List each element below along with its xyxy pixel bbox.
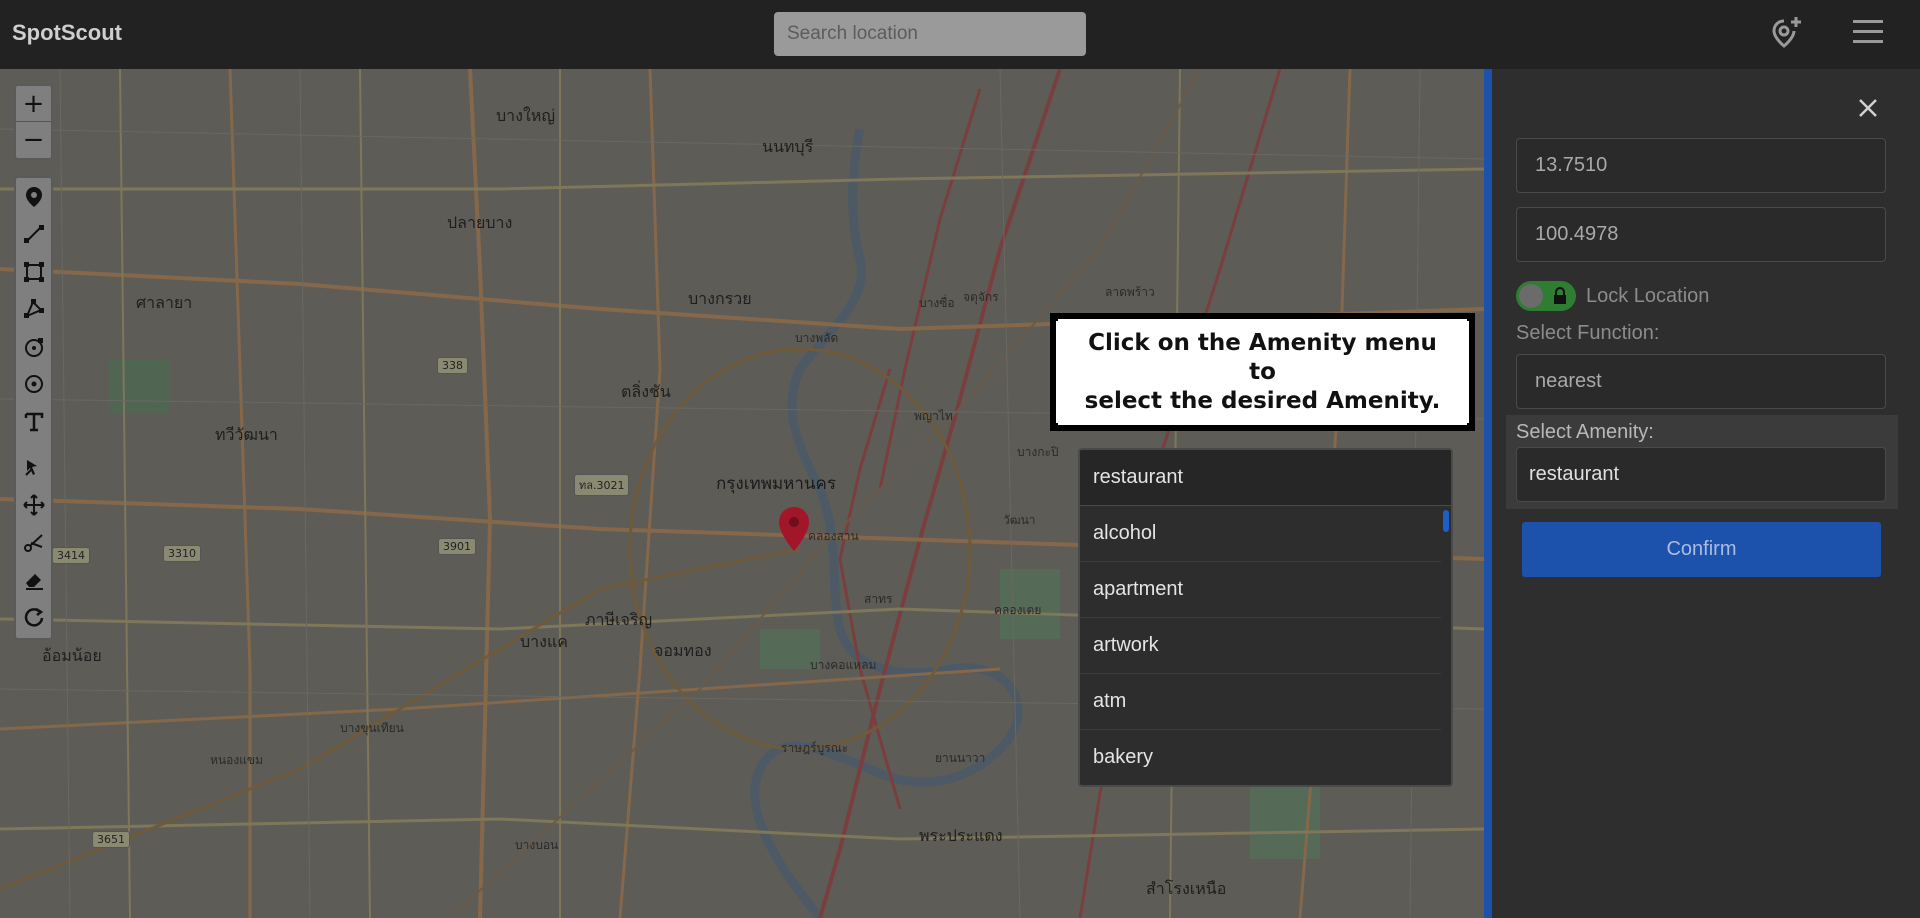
map-label: พญาไท	[914, 409, 953, 423]
map-label: บางกะปิ	[1017, 445, 1059, 459]
draw-circle-icon[interactable]	[16, 328, 51, 366]
map-label: บางซื่อ	[919, 296, 955, 310]
map-label: ปลายบาง	[447, 213, 513, 232]
road-shield: 3414	[52, 547, 90, 564]
map-label: ตลิ่งชัน	[621, 382, 671, 401]
close-icon[interactable]	[1852, 92, 1884, 124]
map-label: คลองสาน	[808, 529, 859, 543]
location-marker-icon[interactable]	[777, 506, 811, 557]
road-shield: ทล.3021	[574, 474, 630, 496]
draw-polygon-icon[interactable]	[16, 291, 51, 329]
confirm-button[interactable]: Confirm	[1522, 522, 1881, 577]
tooltip-text: Click on the Amenity menu to select the …	[1076, 329, 1449, 416]
dropdown-option[interactable]: artwork	[1080, 618, 1441, 674]
tutorial-tooltip: Click on the Amenity menu to select the …	[1050, 313, 1475, 431]
draw-rectangle-icon[interactable]	[16, 253, 51, 291]
zoom-out-button[interactable]: −	[16, 122, 51, 158]
lock-location-toggle[interactable]	[1516, 281, 1576, 311]
map-label: บางพลัด	[795, 331, 839, 345]
zoom-in-button[interactable]: +	[16, 86, 51, 122]
toggle-knob	[1519, 284, 1543, 308]
dropdown-selected-option[interactable]: restaurant	[1080, 450, 1451, 506]
road-shield: 3310	[163, 545, 201, 562]
search-input[interactable]	[774, 12, 1086, 56]
latitude-field[interactable]: 13.7510	[1516, 138, 1886, 193]
draw-polyline-icon[interactable]	[16, 216, 51, 254]
function-label: Select Function:	[1516, 322, 1660, 344]
hamburger-menu-icon[interactable]	[1846, 10, 1890, 54]
eraser-icon[interactable]	[16, 561, 51, 599]
map-label: บางคอแหลม	[810, 658, 877, 672]
map-label: จอมทอง	[654, 641, 712, 660]
road-shield: 338	[437, 357, 468, 374]
map-label: บางกรวย	[688, 289, 752, 308]
dropdown-option[interactable]: alcohol	[1080, 506, 1441, 562]
map-label: บางบอน	[515, 838, 559, 852]
map-label: ลาดพร้าว	[1105, 285, 1155, 299]
dropdown-option[interactable]: apartment	[1080, 562, 1441, 618]
map-label: คลองเตย	[994, 603, 1042, 617]
map-label: สาทร	[864, 592, 893, 606]
tooltip-line-1: Click on the Amenity menu to	[1088, 329, 1437, 385]
draw-circle-marker-icon[interactable]	[16, 366, 51, 404]
dropdown-option[interactable]: bakery	[1080, 730, 1441, 785]
draw-marker-icon[interactable]	[16, 178, 51, 216]
road-shield: 3651	[92, 831, 130, 848]
lock-location-label: Lock Location	[1586, 285, 1710, 307]
dropdown-option[interactable]: atm	[1080, 674, 1441, 730]
top-bar: SpotScout	[0, 0, 1920, 69]
amenity-label: Select Amenity:	[1516, 421, 1654, 443]
road-shield: 3901	[438, 538, 476, 555]
map-label: อ้อมน้อย	[42, 646, 102, 665]
map-label: นนทบุรี	[762, 137, 814, 156]
draw-text-icon[interactable]	[16, 403, 51, 441]
map-label: วัฒนา	[1003, 513, 1036, 527]
longitude-field[interactable]: 100.4978	[1516, 207, 1886, 262]
map-label: บางใหญ่	[496, 106, 555, 125]
edit-layers-icon[interactable]	[16, 449, 51, 487]
map-label: ศาลายา	[136, 293, 193, 312]
map-label: หนองแขม	[210, 753, 264, 767]
map-label: พระประแดง	[919, 826, 1003, 845]
amenity-dropdown-list[interactable]: restaurant alcohol apartment artwork atm…	[1078, 448, 1453, 787]
dropdown-scrollbar[interactable]	[1443, 510, 1449, 532]
map-label: ภาษีเจริญ	[585, 610, 653, 629]
map-label: จตุจักร	[963, 290, 999, 304]
app-logo[interactable]: SpotScout	[12, 20, 122, 46]
map-label: ยานนาวา	[935, 751, 986, 765]
add-location-icon[interactable]	[1764, 10, 1808, 54]
zoom-control: + −	[14, 84, 53, 160]
amenity-select[interactable]: restaurant	[1516, 447, 1886, 502]
function-select[interactable]: nearest	[1516, 354, 1886, 409]
cut-layers-icon[interactable]	[16, 524, 51, 562]
lock-icon	[1552, 287, 1568, 310]
tooltip-line-2: select the desired Amenity.	[1084, 387, 1441, 414]
map-label: ทวีวัฒนา	[215, 425, 278, 444]
map-label: บางแค	[520, 632, 568, 651]
drag-move-icon[interactable]	[16, 486, 51, 524]
map-label: สำโรงเหนือ	[1146, 879, 1227, 898]
rotate-icon[interactable]	[16, 599, 51, 637]
map-label: ราษฎร์บูรณะ	[781, 741, 849, 755]
drawing-toolbar	[14, 176, 53, 640]
map-label-bangkok: กรุงเทพมหานคร	[716, 474, 837, 494]
map-label: บางขุนเทียน	[340, 721, 404, 735]
